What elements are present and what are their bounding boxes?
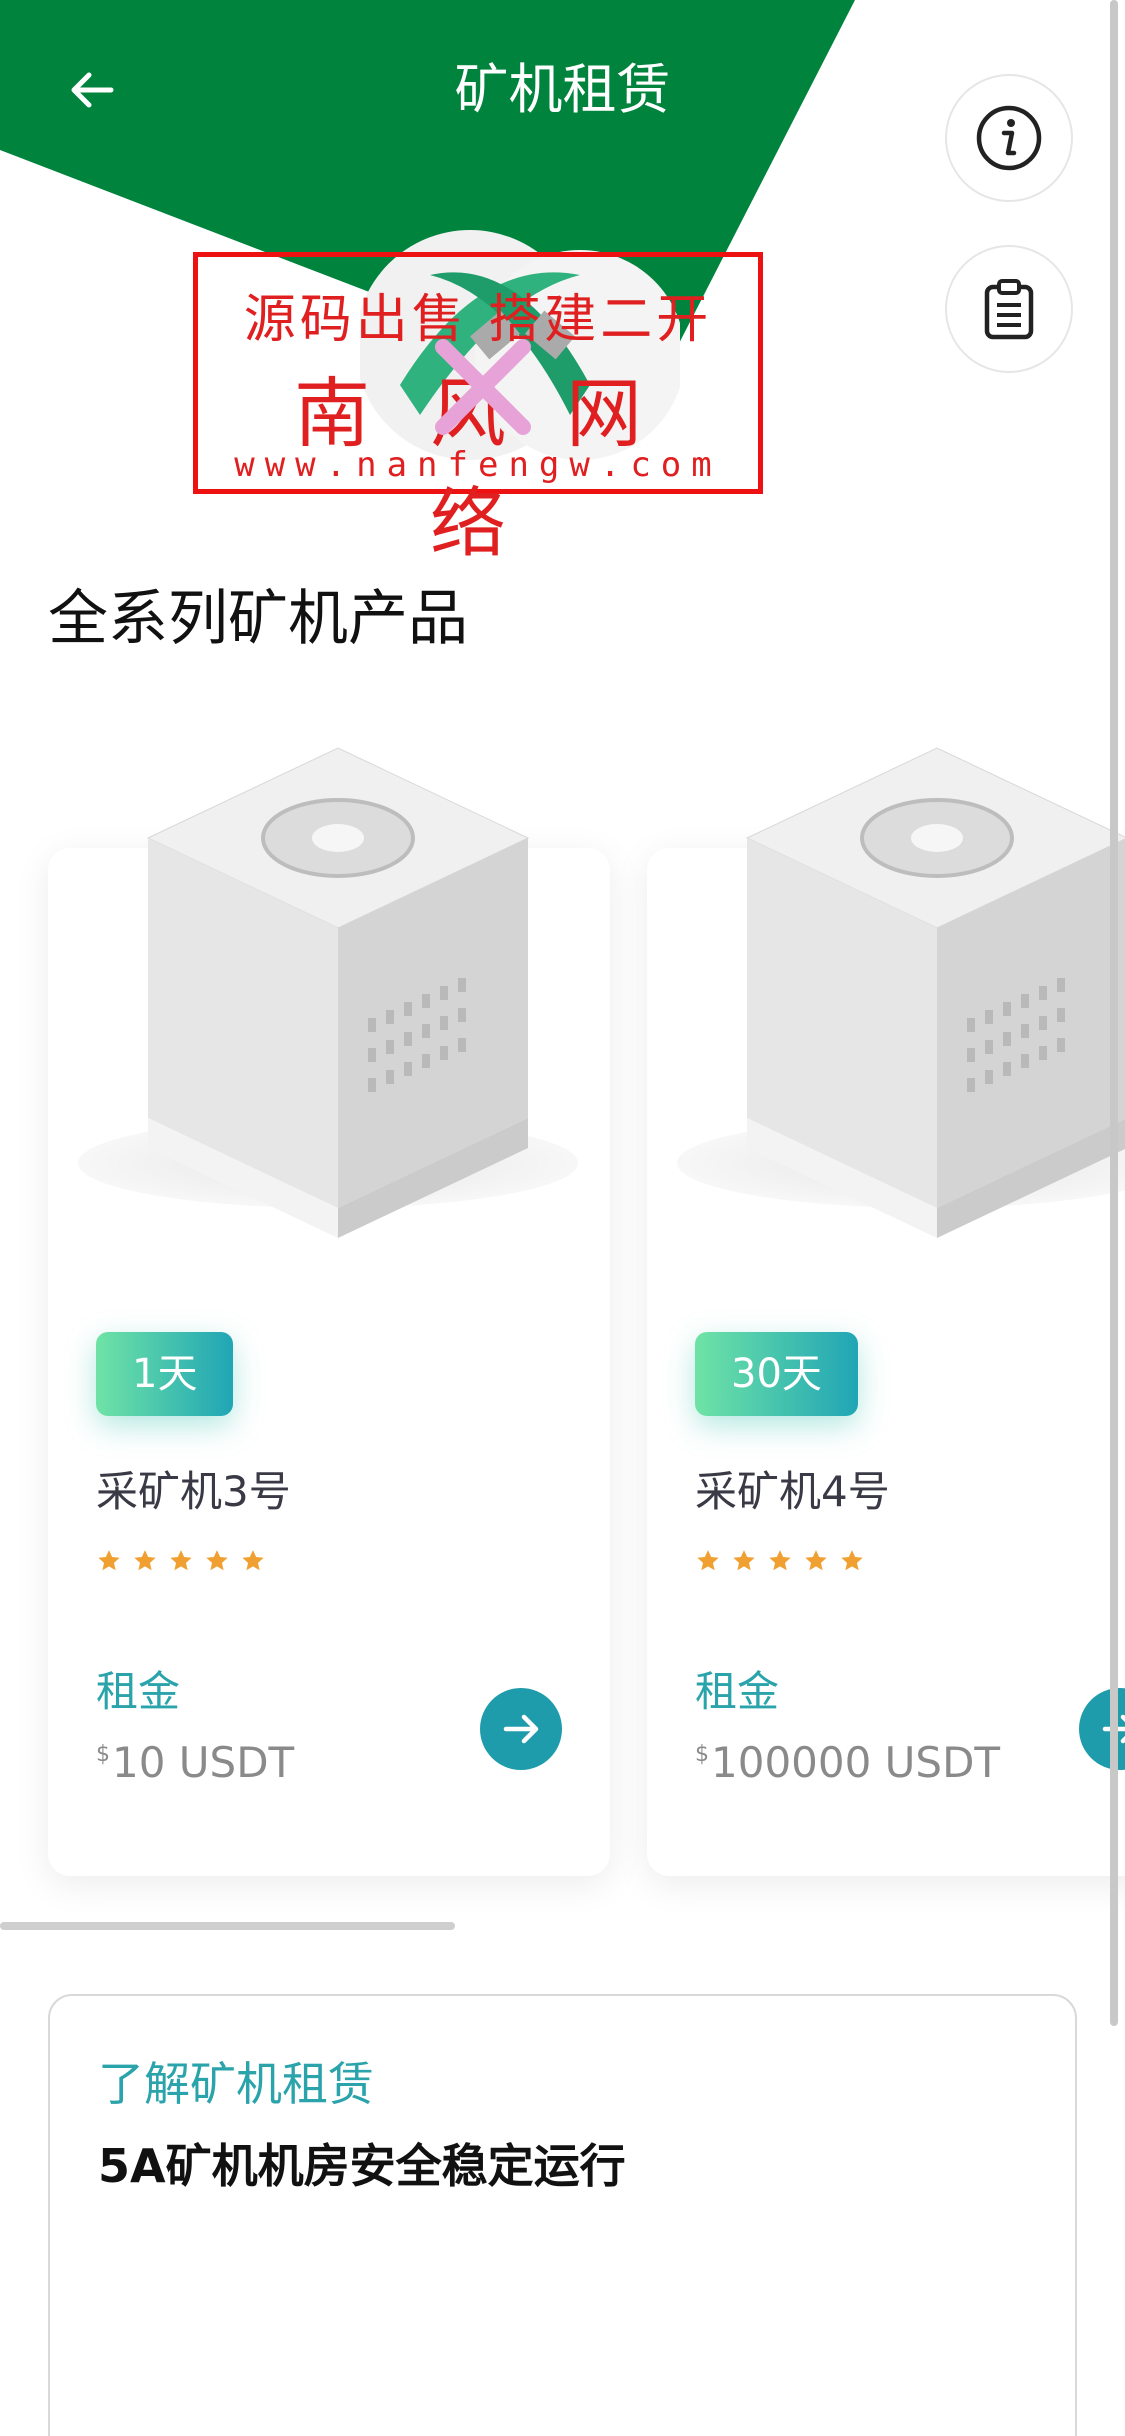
- rent-label: 租金: [96, 1667, 181, 1716]
- watermark-stamp: 源码出售 搭建二开 南风网络 www.nanfengw.com: [193, 252, 763, 568]
- currency-symbol: $: [96, 1742, 110, 1767]
- star-icon: [697, 1550, 719, 1571]
- info-icon: [976, 105, 1042, 171]
- product-card[interactable]: 30天 采矿机4号 租金 $100000 USDT: [647, 747, 1125, 1876]
- rating-stars: [96, 1548, 266, 1574]
- star-icon: [733, 1550, 755, 1571]
- price: $100000 USDT: [695, 1738, 1000, 1787]
- duration-badge: 30天: [695, 1332, 858, 1416]
- page-scrollbar[interactable]: [1110, 0, 1118, 2026]
- mining-machine-image: [146, 747, 530, 1238]
- rating-stars: [695, 1548, 865, 1574]
- star-icon: [134, 1550, 156, 1571]
- mining-machine-image: [745, 747, 1125, 1238]
- star-icon: [170, 1550, 192, 1571]
- info-button[interactable]: [945, 74, 1073, 202]
- duration-badge: 1天: [96, 1332, 234, 1416]
- carousel-scrollbar[interactable]: [0, 1922, 455, 1930]
- cross-mark-icon: [435, 339, 531, 435]
- price-value: 100000 USDT: [711, 1738, 1001, 1787]
- section-title: 全系列矿机产品: [48, 584, 468, 654]
- about-card[interactable]: 了解矿机租赁 5A矿机机房安全稳定运行: [48, 1994, 1077, 2436]
- star-icon: [206, 1550, 228, 1571]
- arrow-right-icon: [503, 1714, 539, 1744]
- clipboard-icon: [984, 279, 1034, 340]
- product-name: 采矿机3号: [96, 1467, 291, 1516]
- product-name: 采矿机4号: [695, 1467, 890, 1516]
- product-card[interactable]: 1天 采矿机3号 租金 $10 USDT: [48, 747, 610, 1876]
- star-icon: [769, 1550, 791, 1571]
- watermark-url: www.nanfengw.com: [234, 445, 722, 485]
- price-value: 10 USDT: [112, 1738, 295, 1787]
- currency-symbol: $: [695, 1742, 709, 1767]
- star-icon: [242, 1550, 264, 1571]
- orders-button[interactable]: [945, 245, 1073, 373]
- rent-label: 租金: [695, 1667, 780, 1716]
- star-icon: [841, 1550, 863, 1571]
- star-icon: [98, 1550, 120, 1571]
- about-label: 了解矿机租赁: [98, 2057, 374, 2111]
- rent-arrow-button[interactable]: [1079, 1688, 1125, 1770]
- about-title: 5A矿机机房安全稳定运行: [98, 2139, 626, 2193]
- star-icon: [805, 1550, 827, 1571]
- rent-arrow-button[interactable]: [480, 1688, 562, 1770]
- price: $10 USDT: [96, 1738, 294, 1787]
- mining-rental-page: 矿机租赁 源码出售 搭建二开 南风网络 www.nanfengw.com 全系列…: [0, 0, 1125, 2436]
